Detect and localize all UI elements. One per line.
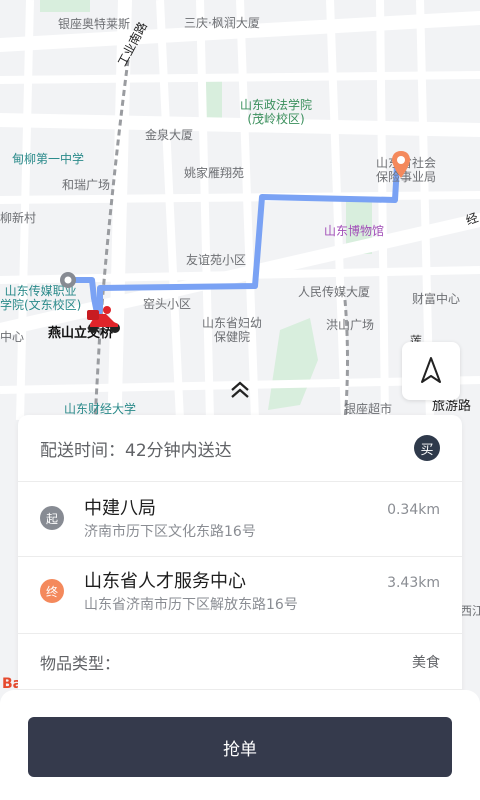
item-type-value: 美食	[412, 654, 440, 671]
map-label-jinquan: 金泉大厦	[145, 128, 194, 142]
chevron-up-icon[interactable]	[226, 378, 254, 400]
pickup-address-row[interactable]: 起 中建八局 济南市历下区文化东路16号 0.34km	[18, 482, 462, 557]
rider-scooter-icon	[87, 306, 120, 333]
map-label-dianliu-school: 甸柳第一中学	[12, 152, 85, 166]
bottom-action-bar: 抢单	[0, 690, 480, 800]
destination-pin-icon	[392, 151, 410, 178]
order-card: 配送时间：42分钟内送达 买 起 中建八局 济南市历下区文化东路16号 0.34…	[18, 415, 462, 715]
map-label-zhengfa-college: 山东政法学院 (茂岭校区)	[240, 98, 313, 126]
map-label-zhongxin: 中心	[0, 330, 25, 344]
dropoff-address: 山东省济南市历下区解放东路16号	[84, 597, 298, 613]
map-label-yinzuo-outlet: 银座奥特莱斯	[58, 17, 131, 31]
map-label-hexiang: 和瑞广场	[62, 178, 111, 192]
compass-button[interactable]	[402, 342, 460, 400]
item-type-row: 物品类型： 美食	[18, 634, 462, 690]
map-label-lvyou-road: 旅游路	[432, 399, 472, 414]
start-location-pin-icon	[60, 272, 76, 288]
pickup-distance: 0.34km	[387, 502, 440, 518]
map-label-renmin-media: 人民传媒大厦	[298, 285, 371, 299]
navigation-arrow-icon	[421, 357, 441, 383]
map-label-wotou: 窑头小区	[143, 297, 192, 311]
map-label-sanqing: 三庆·枫润大厦	[184, 16, 260, 30]
map-label-yaojia: 姚家雁翔苑	[184, 166, 245, 180]
map-label-finance-university: 山东财经大学	[64, 402, 137, 416]
buy-badge: 买	[414, 435, 440, 461]
map-label-hongshan-square: 洪山广场	[326, 318, 375, 332]
map-label-xijiang: 西江	[460, 604, 480, 618]
map-label-yinzuo-supermarket: 银座超市	[344, 402, 393, 416]
map-label-museum: 山东博物馆	[324, 224, 385, 238]
map-label-youyiyuan: 友谊苑小区	[186, 253, 247, 267]
dropoff-distance: 3.43km	[387, 575, 440, 591]
map-label-liu-xincun: 柳新村	[0, 211, 37, 225]
map-label-maternal-hospital: 山东省妇幼 保健院	[202, 316, 263, 344]
dropoff-icon: 终	[40, 579, 64, 603]
map-label-caifu: 财富中心	[412, 292, 461, 306]
item-type-label: 物品类型：	[40, 653, 121, 673]
pickup-icon: 起	[40, 506, 64, 530]
pickup-address: 济南市历下区文化东路16号	[84, 524, 256, 540]
delivery-time-text: 配送时间：42分钟内送达	[40, 440, 232, 461]
dropoff-address-row[interactable]: 终 山东省人才服务中心 山东省济南市历下区解放东路16号 3.43km	[18, 557, 462, 634]
delivery-time-row: 配送时间：42分钟内送达 买	[18, 415, 462, 482]
grab-order-button[interactable]: 抢单	[28, 717, 452, 777]
